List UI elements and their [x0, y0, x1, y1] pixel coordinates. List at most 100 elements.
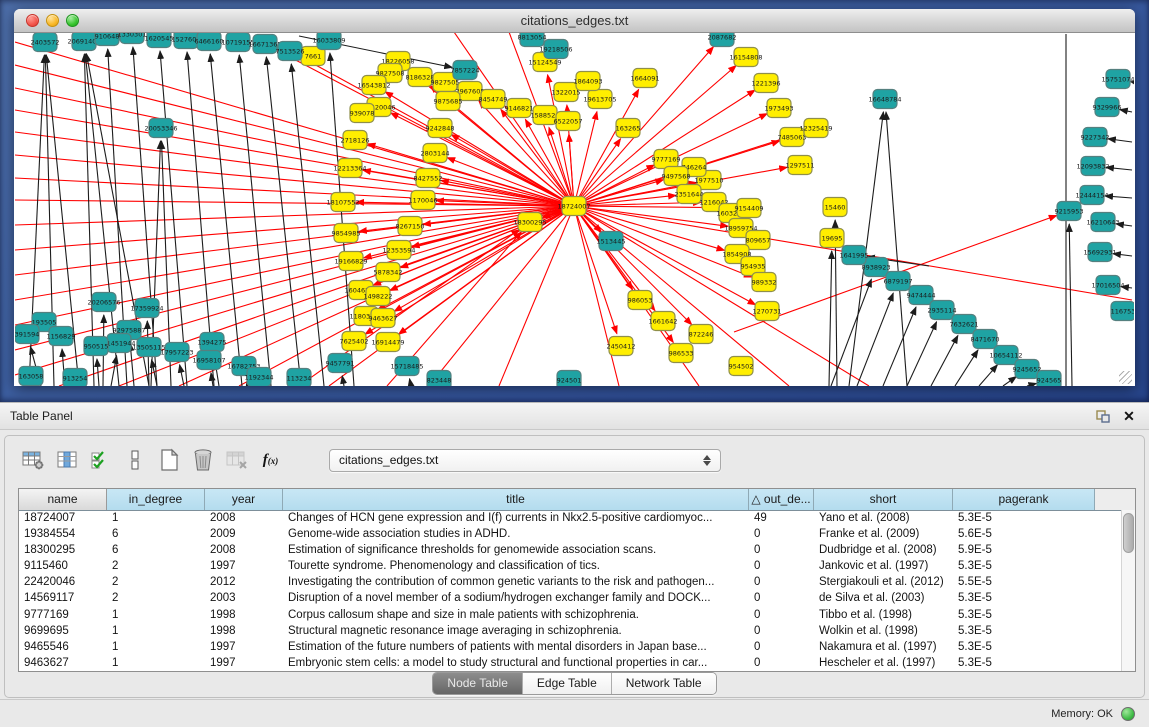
table-row[interactable]: 946362711997Embryonic stem cells: a mode…: [19, 655, 1122, 671]
graph-edge[interactable]: [883, 307, 916, 386]
table-cell[interactable]: 5.3E-5: [953, 607, 1095, 623]
graph-node[interactable]: 9329966: [1093, 98, 1122, 117]
graph-node[interactable]: 17016504: [1091, 276, 1124, 295]
tab-network-table[interactable]: Network Table: [612, 673, 716, 694]
graph-edge[interactable]: [1105, 196, 1132, 198]
network-window[interactable]: citations_edges.txt 18724007182260589827…: [14, 9, 1135, 386]
table-scrollbar[interactable]: [1121, 510, 1135, 671]
graph-node[interactable]: 19218506: [539, 40, 572, 59]
graph-edge[interactable]: [931, 335, 958, 386]
table-row[interactable]: 1938455462009Genome-wide association stu…: [19, 526, 1122, 542]
graph-edge[interactable]: [829, 251, 832, 386]
graph-node[interactable]: 872246: [689, 325, 714, 344]
table-cell[interactable]: 2: [107, 574, 205, 590]
table-cell[interactable]: Corpus callosum shape and size in male p…: [283, 607, 749, 623]
graph-node[interactable]: 19695: [820, 229, 844, 248]
graph-node[interactable]: 1620545: [145, 33, 174, 48]
graph-node[interactable]: 16543812: [357, 76, 390, 95]
graph-node[interactable]: 9154409: [735, 199, 764, 218]
table-cell[interactable]: 0: [749, 542, 814, 558]
row-height-button[interactable]: [121, 447, 148, 473]
table-cell[interactable]: 5.3E-5: [953, 590, 1095, 606]
new-table-button[interactable]: [155, 447, 182, 473]
tab-edge-table[interactable]: Edge Table: [523, 673, 612, 694]
graph-node[interactable]: 16958107: [192, 351, 225, 370]
graph-node[interactable]: 9854985: [332, 224, 361, 243]
table-cell[interactable]: 1997: [205, 655, 283, 671]
table-cell[interactable]: Investigating the contribution of common…: [283, 574, 749, 590]
table-cell[interactable]: 1: [107, 607, 205, 623]
table-cell[interactable]: 6: [107, 526, 205, 542]
graph-node[interactable]: 20053346: [144, 119, 177, 138]
graph-node[interactable]: 9497568: [662, 167, 691, 186]
table-cell[interactable]: 0: [749, 558, 814, 574]
table-cell[interactable]: 0: [749, 590, 814, 606]
graph-node[interactable]: 1394275: [198, 333, 227, 352]
graph-node[interactable]: 986053: [628, 291, 653, 310]
network-canvas[interactable]: 1872400718226058982750881863289827505165…: [15, 33, 1134, 386]
graph-node[interactable]: 12325419: [799, 119, 832, 138]
graph-node[interactable]: 2403572: [31, 33, 60, 52]
graph-node[interactable]: 6522057: [554, 112, 583, 131]
table-cell[interactable]: 1: [107, 510, 205, 526]
graph-node[interactable]: 986533: [669, 344, 694, 363]
graph-node[interactable]: 6879197: [884, 272, 913, 291]
graph-edge[interactable]: [15, 132, 574, 206]
tab-node-table[interactable]: Node Table: [433, 673, 523, 694]
graph-node[interactable]: 9457791: [326, 354, 355, 373]
zoom-window-button[interactable]: [66, 14, 79, 27]
graph-node[interactable]: 7513526: [276, 42, 305, 61]
graph-node[interactable]: 15751074: [1101, 70, 1134, 89]
table-cell[interactable]: 18300295: [19, 542, 107, 558]
graph-node[interactable]: 163265: [616, 119, 641, 138]
graph-node[interactable]: 2718126: [341, 131, 370, 150]
minimize-window-button[interactable]: [46, 14, 59, 27]
table-cell[interactable]: 2008: [205, 510, 283, 526]
column-header-out_de[interactable]: △ out_de...: [749, 489, 814, 510]
graph-node[interactable]: 823448: [427, 371, 452, 387]
column-header-pagerank[interactable]: pagerank: [953, 489, 1095, 510]
table-cell[interactable]: 0: [749, 623, 814, 639]
function-builder-button[interactable]: f(x): [257, 447, 284, 473]
table-cell[interactable]: Yano et al. (2008): [814, 510, 953, 526]
graph-node[interactable]: 8267150: [396, 217, 425, 236]
graph-edge[interactable]: [907, 322, 937, 386]
table-cell[interactable]: 5.5E-5: [953, 574, 1095, 590]
table-row[interactable]: 1456911722003Disruption of a novel membe…: [19, 590, 1122, 606]
show-columns-button[interactable]: [53, 447, 80, 473]
table-row[interactable]: 2242004622012Investigating the contribut…: [19, 574, 1122, 590]
graph-node[interactable]: 1270731: [753, 302, 782, 321]
graph-node[interactable]: 18300295: [513, 213, 546, 232]
graph-node[interactable]: 989332: [752, 273, 777, 292]
graph-node[interactable]: 1664091: [631, 69, 660, 88]
table-row[interactable]: 1872400712008Changes of HCN gene express…: [19, 510, 1122, 526]
table-cell[interactable]: Stergiakouli et al. (2012): [814, 574, 953, 590]
graph-node[interactable]: 9227342: [1081, 128, 1110, 147]
graph-node[interactable]: 9777169: [652, 150, 681, 169]
graph-node[interactable]: 8454749: [479, 90, 508, 109]
table-cell[interactable]: 9463627: [19, 655, 107, 671]
table-cell[interactable]: 0: [749, 655, 814, 671]
graph-edge[interactable]: [180, 365, 184, 386]
graph-edge[interactable]: [15, 206, 574, 300]
table-row[interactable]: 977716911998Corpus callosum shape and si…: [19, 607, 1122, 623]
graph-node[interactable]: 15718485: [390, 357, 423, 376]
graph-node[interactable]: 1661642: [649, 312, 678, 331]
graph-node[interactable]: 1513445: [597, 232, 626, 251]
table-cell[interactable]: 5.3E-5: [953, 510, 1095, 526]
select-rows-button[interactable]: [87, 447, 114, 473]
graph-edge[interactable]: [59, 206, 574, 386]
graph-node[interactable]: 18107552: [326, 193, 359, 212]
graph-edge[interactable]: [574, 206, 617, 334]
graph-node[interactable]: 9875685: [434, 92, 463, 111]
graph-node[interactable]: 7857224: [451, 61, 480, 80]
table-selector[interactable]: citations_edges.txt: [329, 449, 721, 472]
table-row[interactable]: 1830029562008Estimation of significance …: [19, 542, 1122, 558]
table-cell[interactable]: 0: [749, 639, 814, 655]
graph-node[interactable]: 15460: [823, 198, 847, 217]
graph-node[interactable]: 913254: [63, 369, 88, 387]
graph-node[interactable]: 7625402: [340, 332, 369, 351]
graph-node[interactable]: 12093832: [1076, 157, 1109, 176]
graph-node[interactable]: 16648784: [868, 90, 901, 109]
graph-edge[interactable]: [1120, 110, 1132, 112]
